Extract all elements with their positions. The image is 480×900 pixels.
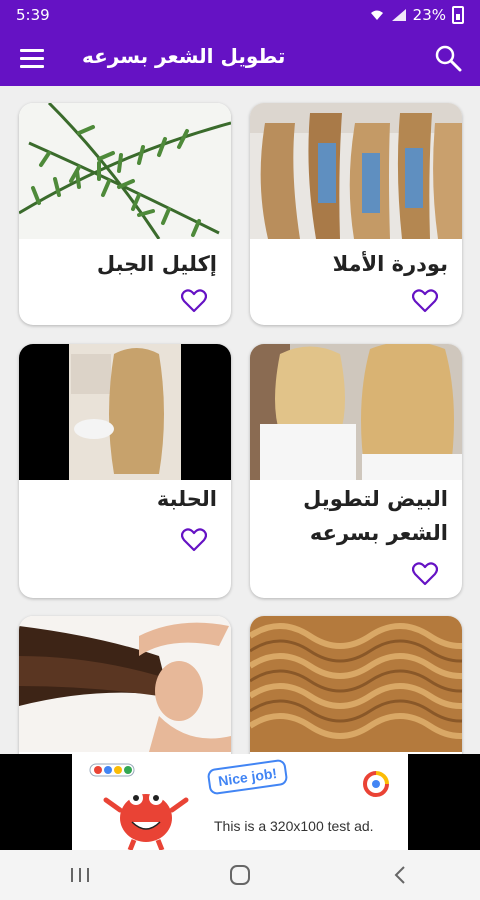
back-icon <box>394 866 405 884</box>
ad-mascot-icon <box>89 763 189 850</box>
card-model-hair[interactable] <box>19 616 231 754</box>
ad-text: This is a 320x100 test ad. <box>214 818 374 834</box>
home-button[interactable] <box>210 855 270 895</box>
card-label: الحلبة <box>156 487 217 511</box>
card-fenugreek[interactable]: الحلبة <box>19 344 231 598</box>
card-image <box>19 103 231 239</box>
home-icon <box>230 865 250 885</box>
card-image <box>19 616 231 752</box>
search-icon[interactable] <box>434 44 462 72</box>
card-label: بودرة الأملا <box>332 252 448 276</box>
battery-icon <box>452 6 464 24</box>
ad-badge: Nice job! <box>206 758 289 796</box>
back-button[interactable] <box>370 855 430 895</box>
status-time: 5:39 <box>16 6 50 24</box>
menu-line <box>20 49 44 52</box>
heart-icon[interactable] <box>181 528 207 552</box>
menu-line <box>20 57 44 60</box>
recent-apps-icon <box>71 868 89 882</box>
app-title: تطويل الشعر بسرعه <box>82 44 286 68</box>
card-label: البيض لتطويل الشعر بسرعه <box>303 487 448 545</box>
heart-icon[interactable] <box>181 289 207 313</box>
card-image <box>250 103 462 239</box>
card-image <box>19 344 231 480</box>
system-nav-bar <box>0 850 480 900</box>
heart-icon[interactable] <box>412 289 438 313</box>
status-bar: 5:39 23% <box>0 0 480 30</box>
recent-apps-button[interactable] <box>50 855 110 895</box>
menu-line <box>20 65 44 68</box>
card-amla-powder[interactable]: بودرة الأملا <box>250 103 462 325</box>
card-label: إكليل الجبل <box>96 252 217 276</box>
battery-percent: 23% <box>412 6 446 24</box>
card-rosemary[interactable]: إكليل الجبل <box>19 103 231 325</box>
ad-logo-icon <box>363 771 389 797</box>
content-grid: بودرة الأملا إكليل الجبل البيض لتطويل ال… <box>0 86 480 754</box>
menu-button[interactable] <box>20 47 46 69</box>
ad-content[interactable]: Nice job! This is a 320x100 test ad. <box>72 754 408 850</box>
heart-icon[interactable] <box>412 562 438 586</box>
card-image <box>250 616 462 752</box>
ad-banner[interactable]: Nice job! This is a 320x100 test ad. <box>0 754 480 850</box>
card-egg[interactable]: البيض لتطويل الشعر بسرعه <box>250 344 462 598</box>
app-bar: تطويل الشعر بسرعه <box>0 30 480 86</box>
signal-icon <box>391 9 406 21</box>
wifi-icon <box>370 10 383 20</box>
card-wavy-hair[interactable] <box>250 616 462 754</box>
card-image <box>250 344 462 480</box>
